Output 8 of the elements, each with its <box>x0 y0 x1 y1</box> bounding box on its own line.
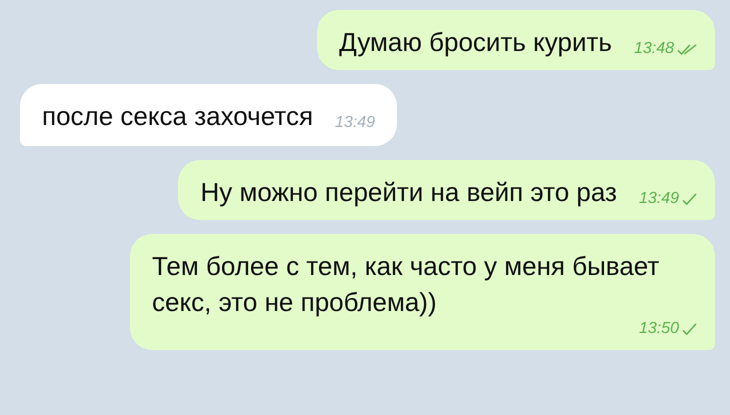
message-text: Думаю бросить курить <box>339 26 612 59</box>
message-text: Ну можно перейти на вейп это раз <box>200 176 617 209</box>
message-time: 13:48 <box>634 40 674 58</box>
message-time: 13:49 <box>638 190 679 208</box>
message-text: после секса захочется <box>42 100 314 133</box>
message-time: 13:49 <box>335 114 376 132</box>
message-text: Тем более с тем, как часто у меня бывает секс, это не проблема)) <box>152 250 660 319</box>
message-time: 13:50 <box>638 320 679 338</box>
